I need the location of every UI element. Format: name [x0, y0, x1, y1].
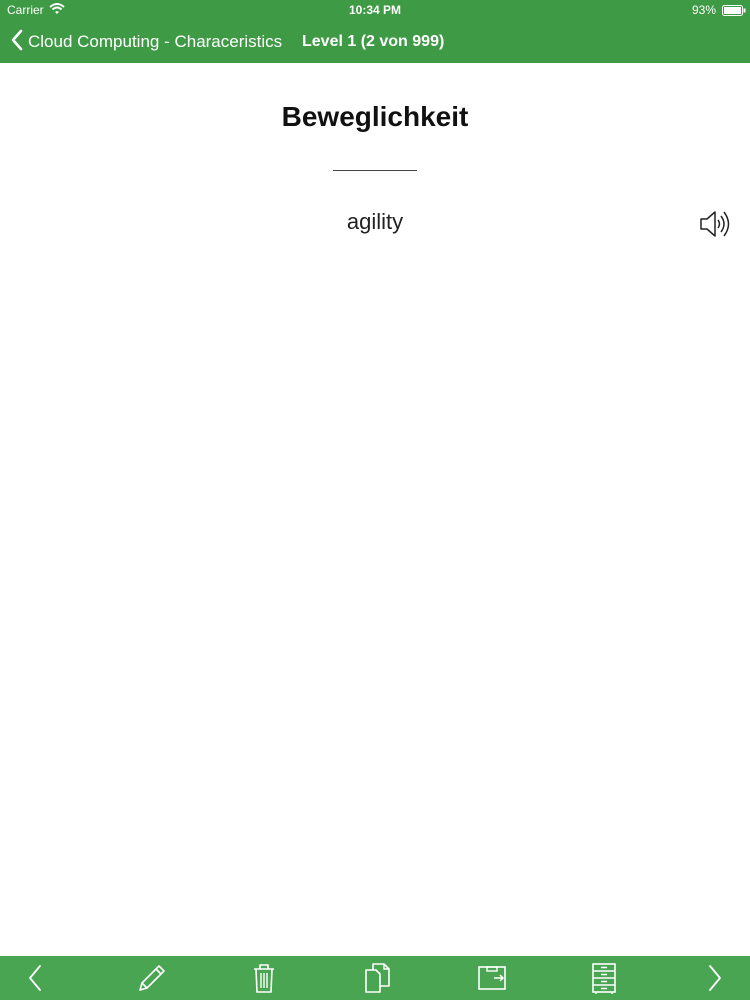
bottom-toolbar	[0, 956, 750, 1000]
chevron-right-icon	[709, 965, 721, 991]
chevron-left-icon	[29, 965, 41, 991]
pencil-icon	[139, 965, 165, 991]
header-bar: Carrier 10:34 PM 93% Cloud Computing - C…	[0, 0, 750, 63]
delete-card-button[interactable]	[246, 960, 282, 996]
speaker-icon[interactable]	[698, 207, 732, 241]
chevron-left-icon	[10, 29, 24, 56]
battery-icon	[722, 5, 746, 16]
battery-percent: 93%	[691, 3, 716, 17]
copy-card-button[interactable]	[360, 960, 396, 996]
move-card-icon	[478, 966, 506, 990]
edit-card-button[interactable]	[132, 960, 168, 996]
card-divider	[333, 170, 417, 171]
status-bar: Carrier 10:34 PM 93%	[0, 0, 750, 20]
previous-card-button[interactable]	[18, 960, 54, 996]
next-card-button[interactable]	[696, 960, 732, 996]
card-box-button[interactable]	[586, 960, 622, 996]
card-term: Beweglichkeit	[281, 101, 469, 132]
trash-icon	[254, 964, 274, 993]
card-translation: agility	[346, 209, 404, 234]
flashcard: Beweglichkeit agility	[0, 63, 750, 956]
back-button[interactable]: Cloud Computing - Characeristics	[10, 28, 282, 56]
navigation-bar: Cloud Computing - Characeristics Level 1…	[0, 22, 750, 62]
nav-title: Level 1 (2 von 999)	[302, 33, 445, 50]
back-button-label: Cloud Computing - Characeristics	[28, 32, 283, 51]
copy-icon	[365, 963, 390, 993]
cabinet-icon	[592, 963, 616, 994]
move-card-button[interactable]	[474, 960, 510, 996]
clock: 10:34 PM	[348, 3, 402, 17]
